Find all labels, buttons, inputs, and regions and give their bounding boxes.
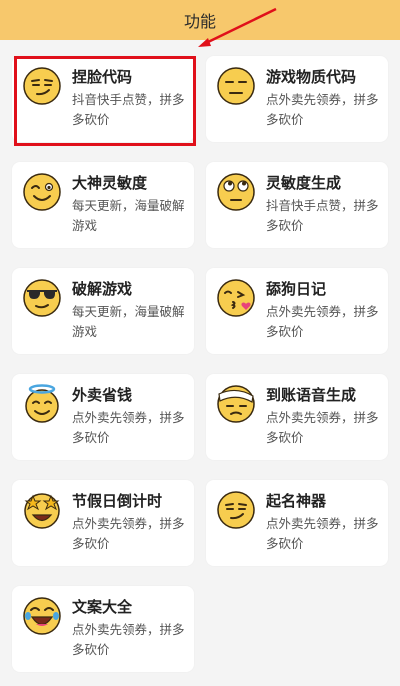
- card-title: 节假日倒计时: [72, 492, 163, 510]
- card-description: 点外卖先领券，拼多多砍价: [72, 622, 185, 657]
- card-title: 捏脸代码: [72, 68, 133, 86]
- card-title: 文案大全: [72, 598, 133, 616]
- card-description: 抖音快手点赞，拼多多砍价: [72, 92, 185, 127]
- card-description: 点外卖先领券，拼多多砍价: [266, 92, 379, 127]
- halo-face-icon: [25, 384, 59, 423]
- feature-card-simp-diary[interactable]: 舔狗日记 点外卖先领券，拼多多砍价: [206, 268, 388, 354]
- feature-card-holiday-countdown[interactable]: 节假日倒计时 点外卖先领券，拼多多砍价: [12, 480, 194, 566]
- card-title: 到账语音生成: [266, 386, 357, 404]
- wink-face-icon: [23, 173, 61, 211]
- feature-card-takeout-savings[interactable]: 外卖省钱 点外卖先领券，拼多多砍价: [12, 374, 194, 460]
- neutral-face-icon: [217, 67, 255, 105]
- card-title: 外卖省钱: [72, 386, 133, 404]
- card-description: 抖音快手点赞，拼多多砍价: [266, 198, 379, 233]
- header-bar: 功能: [0, 0, 400, 40]
- sunglasses-face-icon: [23, 279, 61, 317]
- feature-card-cracked-games[interactable]: 破解游戏 每天更新，海量破解游戏: [12, 268, 194, 354]
- feature-card-copywriting[interactable]: 文案大全 点外卖先领券，拼多多砍价: [12, 586, 194, 672]
- feature-card-face-code[interactable]: 捏脸代码 抖音快手点赞，拼多多砍价: [12, 56, 194, 142]
- smirk-face-icon: [23, 67, 61, 105]
- card-title: 大神灵敏度: [72, 174, 148, 192]
- card-description: 点外卖先领券，拼多多砍价: [72, 516, 185, 551]
- smirk-face-icon: [217, 491, 255, 529]
- card-description: 每天更新，海量破解游戏: [72, 198, 185, 233]
- kiss-face-icon: [217, 279, 255, 317]
- card-title: 游戏物质代码: [266, 68, 357, 86]
- feature-card-pro-sensitivity[interactable]: 大神灵敏度 每天更新，海量破解游戏: [12, 162, 194, 248]
- feature-card-name-generator[interactable]: 起名神器 点外卖先领券，拼多多砍价: [206, 480, 388, 566]
- card-description: 点外卖先领券，拼多多砍价: [266, 410, 379, 445]
- card-description: 点外卖先领券，拼多多砍价: [72, 410, 185, 445]
- card-description: 每天更新，海量破解游戏: [72, 304, 185, 339]
- star-struck-face-icon: [24, 493, 60, 529]
- card-title: 起名神器: [266, 492, 327, 510]
- card-title: 舔狗日记: [266, 280, 327, 298]
- card-title: 灵敏度生成: [266, 174, 342, 192]
- card-description: 点外卖先领券，拼多多砍价: [266, 516, 379, 551]
- feature-card-sensitivity-generator[interactable]: 灵敏度生成 抖音快手点赞，拼多多砍价: [206, 162, 388, 248]
- eye-roll-face-icon: [217, 173, 255, 211]
- feature-card-payment-voice-generator[interactable]: 到账语音生成 点外卖先领券，拼多多砍价: [206, 374, 388, 460]
- bandage-face-icon: [217, 385, 255, 423]
- feature-card-game-material-code[interactable]: 游戏物质代码 点外卖先领券，拼多多砍价: [206, 56, 388, 142]
- page-title: 功能: [183, 12, 216, 31]
- card-description: 点外卖先领券，拼多多砍价: [266, 304, 379, 339]
- card-title: 破解游戏: [72, 280, 133, 298]
- laugh-tears-face-icon: [23, 597, 61, 635]
